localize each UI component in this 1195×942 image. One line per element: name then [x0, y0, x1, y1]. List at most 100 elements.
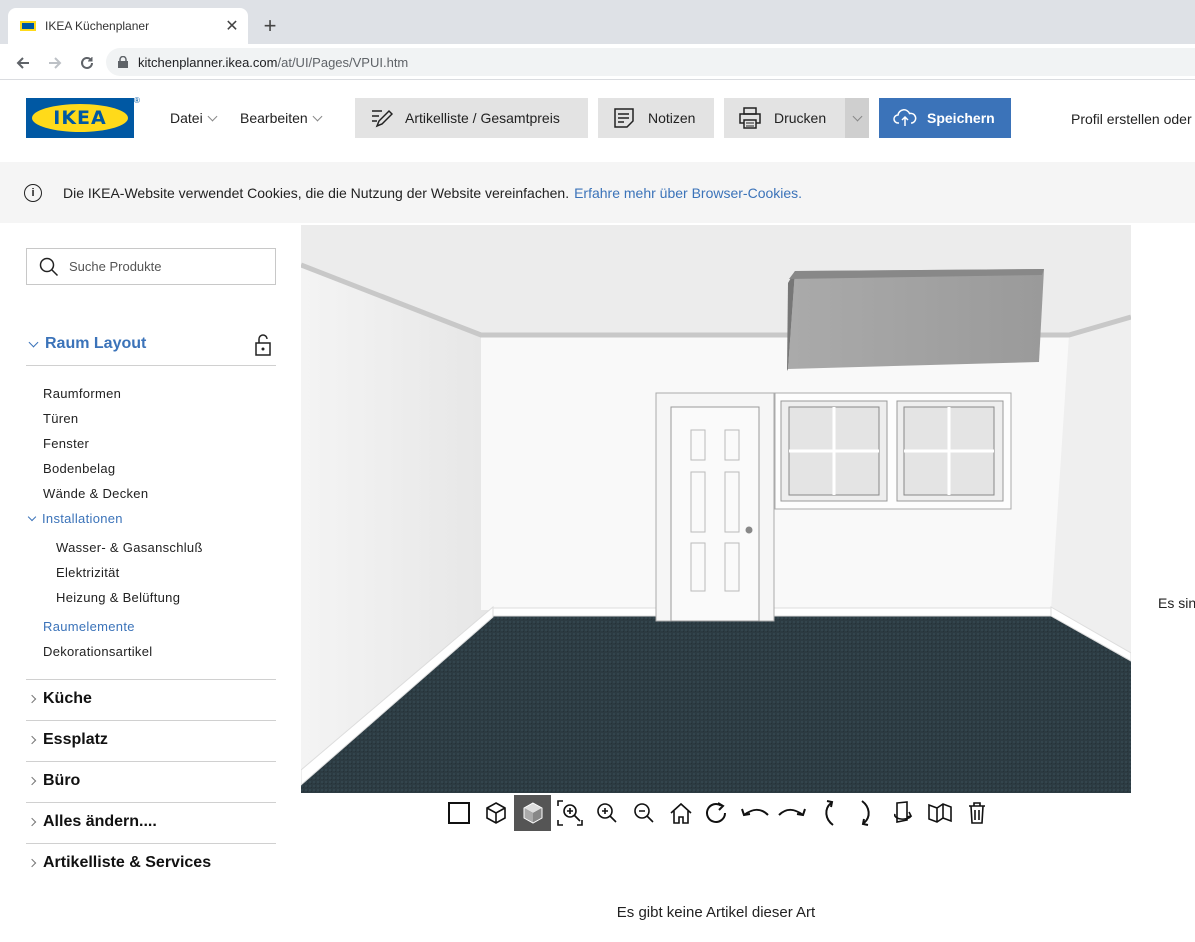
rotate-cw-icon[interactable] — [699, 795, 736, 831]
section-raum-layout[interactable]: Raum Layout — [26, 334, 276, 356]
menu-bearbeiten[interactable]: Bearbeiten — [240, 110, 323, 126]
home-icon[interactable] — [662, 795, 699, 831]
sidebar: Raum Layout Raumformen Türen Fenster Bod… — [0, 223, 300, 942]
url-path: /at/UI/Pages/VPUI.htm — [277, 54, 409, 70]
chevron-down-icon — [852, 111, 862, 121]
ikea-favicon-icon — [20, 21, 36, 31]
room-view-icon[interactable] — [921, 795, 958, 831]
notes-button[interactable]: Notizen — [598, 98, 714, 138]
url-field[interactable]: kitchenplanner.ikea.com/at/UI/Pages/VPUI… — [106, 48, 1195, 76]
nav-raumelemente[interactable]: Raumelemente — [43, 619, 135, 634]
nav-waende-decken[interactable]: Wände & Decken — [43, 486, 148, 501]
section-artikelliste-services[interactable]: Artikelliste & Services — [26, 854, 276, 872]
zoom-area-icon[interactable] — [551, 795, 588, 831]
menu-bearbeiten-label: Bearbeiten — [240, 110, 308, 126]
wall-view-icon[interactable] — [884, 795, 921, 831]
search-input[interactable] — [69, 259, 259, 274]
rotate-left-icon[interactable] — [736, 795, 773, 831]
forward-icon[interactable] — [42, 50, 68, 76]
url-text: kitchenplanner.ikea.com/at/UI/Pages/VPUI… — [138, 55, 408, 70]
url-host: kitchenplanner.ikea.com — [138, 54, 278, 70]
save-button[interactable]: Speichern — [879, 98, 1011, 138]
notes-icon — [612, 106, 636, 130]
chevron-down-icon — [27, 512, 37, 522]
section-label: Alles ändern.... — [43, 813, 157, 830]
print-icon — [738, 106, 762, 130]
article-list-label: Artikelliste / Gesamtpreis — [405, 110, 560, 126]
divider — [26, 720, 276, 721]
print-options-dropdown[interactable] — [845, 98, 869, 138]
room-render — [301, 225, 1131, 793]
tilt-up-icon[interactable] — [810, 795, 847, 831]
new-tab-icon[interactable]: + — [258, 14, 282, 38]
ikea-logo[interactable]: IKEA — [26, 98, 134, 138]
app-header: IKEA ® Datei Bearbeiten Artikelliste / G… — [0, 80, 1195, 162]
cookie-link[interactable]: Erfahre mehr über Browser-Cookies. — [574, 185, 802, 201]
chevron-right-icon — [27, 858, 37, 868]
nav-raumformen[interactable]: Raumformen — [43, 386, 121, 401]
divider — [26, 761, 276, 762]
nav-elektrizitaet[interactable]: Elektrizität — [56, 565, 120, 580]
search-box[interactable] — [26, 248, 276, 285]
logo-oval: IKEA — [32, 104, 128, 132]
3d-solid-icon[interactable] — [514, 795, 551, 831]
browser-tab-bar: IKEA Küchenplaner ✕ + — [0, 0, 1195, 44]
tilt-down-icon[interactable] — [847, 795, 884, 831]
logo-text: IKEA — [53, 107, 107, 129]
zoom-out-icon[interactable] — [625, 795, 662, 831]
notes-label: Notizen — [648, 110, 696, 126]
edit-list-icon — [369, 106, 393, 130]
zoom-in-icon[interactable] — [588, 795, 625, 831]
cloud-upload-icon — [893, 106, 917, 130]
section-essplatz[interactable]: Essplatz — [26, 731, 276, 749]
3d-box-icon[interactable] — [477, 795, 514, 831]
section-label: Büro — [43, 772, 81, 789]
article-list-button[interactable]: Artikelliste / Gesamtpreis — [355, 98, 588, 138]
registered-mark: ® — [134, 96, 140, 105]
menu-datei-label: Datei — [170, 110, 203, 126]
chevron-down-icon — [312, 111, 323, 121]
nav-installationen[interactable]: Installationen — [26, 511, 123, 526]
lock-icon — [118, 56, 128, 68]
section-label: Essplatz — [43, 731, 108, 748]
rotate-right-icon[interactable] — [773, 795, 810, 831]
menu-datei[interactable]: Datei — [170, 110, 218, 126]
unlock-icon[interactable] — [254, 333, 272, 357]
raum-layout-label: Raum Layout — [45, 335, 147, 352]
section-label: Artikelliste & Services — [43, 854, 212, 871]
2d-view-icon[interactable] — [440, 795, 477, 831]
nav-heizung[interactable]: Heizung & Belüftung — [56, 590, 180, 605]
back-icon[interactable] — [10, 50, 36, 76]
divider — [26, 365, 276, 366]
info-icon: i — [24, 183, 42, 202]
chevron-down-icon — [207, 111, 218, 121]
nav-fenster[interactable]: Fenster — [43, 436, 89, 451]
right-pane-text: Es sin — [1158, 595, 1195, 611]
reload-icon[interactable] — [74, 50, 100, 76]
profile-link[interactable]: Profil erstellen oder — [1071, 111, 1192, 127]
browser-tab[interactable]: IKEA Küchenplaner ✕ — [8, 8, 248, 44]
close-tab-icon[interactable]: ✕ — [222, 16, 242, 36]
save-label: Speichern — [927, 110, 995, 126]
trash-icon[interactable] — [958, 795, 995, 831]
section-alles-aendern[interactable]: Alles ändern.... — [26, 813, 276, 831]
section-kueche[interactable]: Küche — [26, 690, 276, 708]
nav-dekorationsartikel[interactable]: Dekorationsartikel — [43, 644, 152, 659]
cookie-banner: i Die IKEA-Website verwendet Cookies, di… — [0, 162, 1195, 223]
installationen-label: Installationen — [42, 511, 123, 526]
nav-wasser-gas[interactable]: Wasser- & Gasanschluß — [56, 540, 203, 555]
view-toolbar — [440, 795, 995, 831]
nav-bodenbelag[interactable]: Bodenbelag — [43, 461, 115, 476]
tab-title: IKEA Küchenplaner — [45, 19, 150, 33]
3d-viewport[interactable] — [301, 225, 1131, 793]
chevron-right-icon — [27, 694, 37, 704]
print-button[interactable]: Drucken — [724, 98, 845, 138]
chevron-right-icon — [27, 776, 37, 786]
cookie-text: Die IKEA-Website verwendet Cookies, die … — [63, 184, 570, 201]
divider — [26, 679, 276, 680]
address-bar: kitchenplanner.ikea.com/at/UI/Pages/VPUI… — [0, 44, 1195, 80]
section-label: Küche — [43, 690, 92, 707]
nav-tueren[interactable]: Türen — [43, 411, 78, 426]
divider — [26, 843, 276, 844]
section-buero[interactable]: Büro — [26, 772, 276, 790]
